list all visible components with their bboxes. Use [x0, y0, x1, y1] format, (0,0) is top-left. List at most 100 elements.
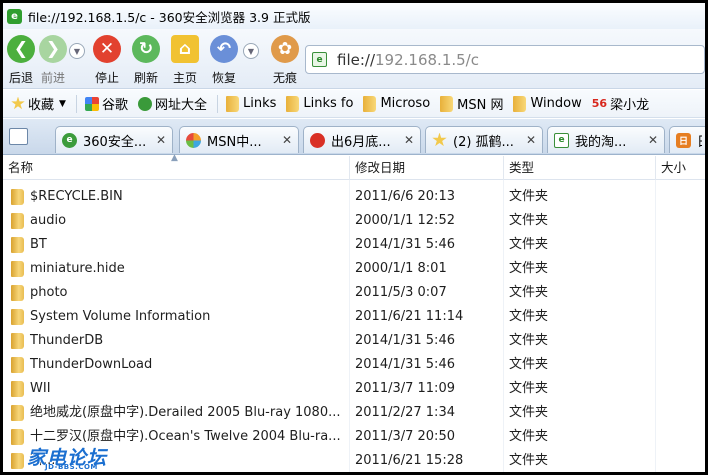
home-button[interactable]: ⌂ 主页: [171, 35, 199, 86]
file-row[interactable]: miniature.hide 2000/1/1 8:01 文件夹: [3, 257, 705, 281]
page-icon: e: [554, 132, 569, 148]
column-header-type[interactable]: 类型: [504, 156, 656, 180]
file-row[interactable]: $RECYCLE.BIN 2011/6/6 20:13 文件夹: [3, 185, 705, 209]
site-56-icon: 56: [591, 97, 608, 110]
folder-icon: [11, 381, 24, 397]
file-name: ThunderDB: [30, 333, 104, 348]
file-name-cell: System Volume Information: [11, 305, 347, 329]
stop-icon: ✕: [93, 35, 121, 63]
file-type: 文件夹: [509, 309, 549, 324]
favorites-button[interactable]: 收藏 ▼: [11, 94, 66, 113]
restore-dropdown-icon[interactable]: ▼: [243, 43, 259, 59]
incognito-button[interactable]: ✿ 无痕: [271, 35, 299, 86]
bookmark-label: MSN 网: [457, 98, 504, 113]
tab-calendar[interactable]: 日 日: [669, 126, 705, 153]
close-icon[interactable]: ✕: [526, 133, 536, 147]
file-type: 文件夹: [509, 429, 549, 444]
folder-icon: [11, 309, 24, 325]
stop-button[interactable]: ✕ 停止: [93, 35, 121, 86]
file-row[interactable]: System Volume Information 2011/6/21 11:14…: [3, 305, 705, 329]
folder-icon: [11, 261, 24, 277]
site-directory-icon: [137, 96, 152, 111]
file-name: $RECYCLE.BIN: [30, 189, 123, 204]
address-bar[interactable]: e file:// 192.168.1.5/c: [305, 45, 705, 74]
bookmark-google[interactable]: 谷歌: [84, 94, 128, 113]
file-row[interactable]: BT 2014/1/31 5:46 文件夹: [3, 233, 705, 257]
tab-overview-icon[interactable]: [9, 128, 28, 145]
bookmark-links-for[interactable]: Links fo: [286, 95, 353, 112]
folder-icon: [11, 405, 24, 421]
refresh-label: 刷新: [133, 71, 158, 85]
file-name-cell: miniature.hide: [11, 257, 347, 281]
window-title: file://192.168.1.5/c - 360安全浏览器 3.9 正式版: [28, 9, 311, 25]
close-icon[interactable]: ✕: [404, 133, 414, 147]
close-icon[interactable]: ✕: [282, 133, 292, 147]
file-row[interactable]: photo 2011/5/3 0:07 文件夹: [3, 281, 705, 305]
file-date: 2011/3/7 20:50: [355, 429, 455, 444]
tab-title: (2) 孤鹤...: [453, 134, 514, 150]
file-name: 绝地威龙(原盘中字).Derailed 2005 Blu-ray 1080...: [30, 405, 341, 420]
file-type: 文件夹: [509, 261, 549, 276]
file-date: 2000/1/1 12:52: [355, 213, 455, 228]
tab-taobao[interactable]: e 我的淘... ✕: [547, 126, 665, 153]
tab-crane[interactable]: (2) 孤鹤... ✕: [425, 126, 543, 153]
refresh-button[interactable]: ↻ 刷新: [132, 35, 160, 86]
title-bar: e file://192.168.1.5/c - 360安全浏览器 3.9 正式…: [3, 3, 705, 29]
column-header-date[interactable]: 修改日期: [350, 156, 504, 180]
bookmark-liang[interactable]: 56 梁小龙: [592, 94, 649, 113]
folder-icon: [440, 95, 454, 112]
file-row[interactable]: 绝地威龙(原盘中字).Derailed 2005 Blu-ray 1080...…: [3, 401, 705, 425]
history-dropdown-icon[interactable]: ▼: [69, 43, 85, 59]
file-date: 2011/3/7 11:09: [355, 381, 455, 396]
column-header-name[interactable]: 名称: [3, 156, 350, 180]
tab-title: MSN中...: [207, 134, 262, 150]
close-icon[interactable]: ✕: [648, 133, 658, 147]
tab-msn[interactable]: MSN中... ✕: [179, 126, 299, 153]
bookmark-windows[interactable]: Window: [513, 95, 582, 112]
file-row[interactable]: audio 2000/1/1 12:52 文件夹: [3, 209, 705, 233]
tab-june[interactable]: 出6月底... ✕: [303, 126, 421, 153]
file-date: 2014/1/31 5:46: [355, 333, 455, 348]
file-row[interactable]: ThunderDB 2014/1/31 5:46 文件夹: [3, 329, 705, 353]
tab-title: 360安全...: [83, 134, 147, 150]
file-date: 2011/2/27 1:34: [355, 405, 455, 420]
navigation-toolbar: ❮ 后退 ❯ 前进 ▼ ✕ 停止 ↻ 刷新 ⌂ 主页 ↶ 恢复 ▼ ✿ 无痕 e…: [3, 29, 705, 89]
file-list: ▲ 名称 修改日期 类型 大小 $RECYCLE.BIN 2011/6/6 20:…: [3, 153, 705, 472]
folder-icon: [11, 357, 24, 373]
bookmark-links[interactable]: Links: [225, 95, 276, 112]
back-button[interactable]: ❮ 后退: [7, 35, 35, 86]
file-name-cell: audio: [11, 209, 347, 233]
star-icon: [432, 132, 447, 147]
file-type: 文件夹: [509, 381, 549, 396]
file-name: miniature.hide: [30, 261, 125, 276]
close-icon[interactable]: ✕: [156, 133, 166, 147]
bookmark-microsoft[interactable]: Microso: [363, 95, 430, 112]
folder-icon: [513, 95, 527, 112]
file-name-cell: WII: [11, 377, 347, 401]
file-type: 文件夹: [509, 189, 549, 204]
file-name-cell: $RECYCLE.BIN: [11, 185, 347, 209]
bookmark-separator: [216, 94, 218, 113]
tab-title: 出6月底...: [331, 134, 391, 150]
bookmark-separator: [75, 94, 77, 113]
forward-button[interactable]: ❯ 前进: [39, 35, 67, 86]
restore-button[interactable]: ↶ 恢复: [210, 35, 238, 86]
file-type: 文件夹: [509, 285, 549, 300]
file-date: 2011/5/3 0:07: [355, 285, 447, 300]
bookmark-msn[interactable]: MSN 网: [440, 94, 503, 113]
incognito-label: 无痕: [272, 71, 297, 85]
file-name: BT: [30, 237, 47, 252]
file-type: 文件夹: [509, 213, 549, 228]
calendar-icon: 日: [676, 132, 691, 148]
address-scheme: file://: [337, 50, 376, 69]
restore-label: 恢复: [211, 71, 236, 85]
tab-360[interactable]: e 360安全... ✕: [55, 126, 173, 153]
file-date: 2011/6/6 20:13: [355, 189, 455, 204]
bookmark-site-directory[interactable]: 网址大全: [137, 94, 207, 113]
column-header-size[interactable]: 大小: [656, 156, 705, 180]
chevron-down-icon: ▼: [59, 98, 66, 109]
file-row[interactable]: WII 2011/3/7 11:09 文件夹: [3, 377, 705, 401]
folder-icon: [11, 333, 24, 349]
file-name: WII: [30, 381, 51, 396]
file-row[interactable]: ThunderDownLoad 2014/1/31 5:46 文件夹: [3, 353, 705, 377]
